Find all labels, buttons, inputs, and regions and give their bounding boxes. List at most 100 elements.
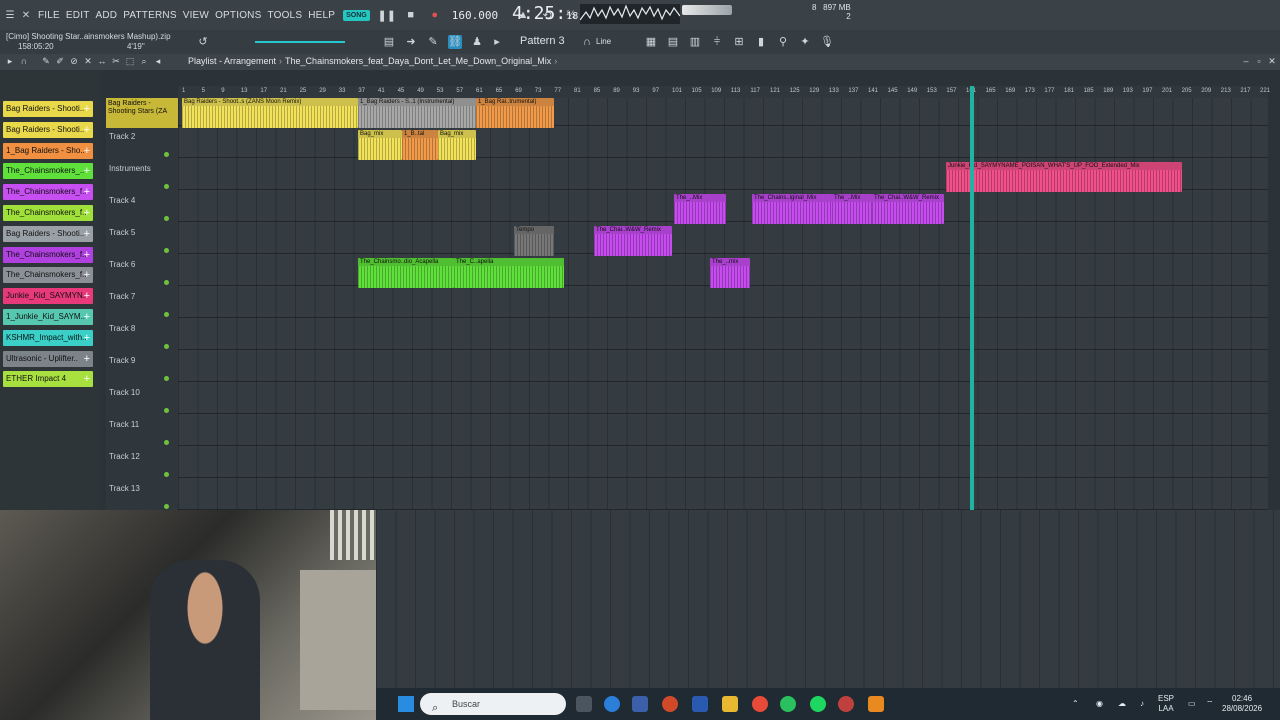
master-volume-display[interactable] bbox=[682, 5, 732, 15]
picker-item[interactable]: The_Chainsmokers_.. + bbox=[3, 163, 93, 180]
track-label[interactable]: Track 13 bbox=[109, 484, 140, 493]
song-mode-button[interactable]: SONG bbox=[343, 9, 370, 21]
track-label[interactable]: Track 7 bbox=[109, 292, 135, 301]
browser-icon[interactable]: ⊞ bbox=[732, 35, 746, 49]
audio-clip[interactable]: The_Chai..W&W_Remix bbox=[594, 226, 672, 256]
spotify-icon[interactable] bbox=[810, 696, 826, 712]
slip-tool-icon[interactable]: ↔ bbox=[96, 56, 108, 68]
track-label[interactable]: Track 2 bbox=[109, 132, 135, 141]
track-mute-indicator[interactable] bbox=[164, 440, 169, 445]
audio-clip[interactable]: Bag_mix bbox=[438, 130, 476, 160]
mute-tool-icon[interactable]: ✕ bbox=[82, 56, 94, 68]
audio-clip[interactable]: Tempo bbox=[514, 226, 554, 256]
powerpoint-icon[interactable] bbox=[662, 696, 678, 712]
picker-item[interactable]: The_Chainsmokers_f.. + bbox=[3, 184, 93, 201]
maximize-icon[interactable]: ▫ bbox=[1253, 56, 1265, 68]
menu-help[interactable]: HELP bbox=[308, 10, 335, 21]
audio-clip[interactable]: The_..Mix bbox=[832, 194, 872, 224]
fl-studio-icon[interactable] bbox=[868, 696, 884, 712]
plus-icon[interactable]: + bbox=[84, 371, 90, 387]
channel-rack-icon[interactable]: ▤ bbox=[666, 35, 680, 49]
track-mute-indicator[interactable] bbox=[164, 504, 169, 509]
task-view-icon[interactable] bbox=[576, 696, 592, 712]
menu-patterns[interactable]: PATTERNS bbox=[123, 10, 176, 21]
track-mute-indicator[interactable] bbox=[164, 152, 169, 157]
audio-clip[interactable]: The_C..apella bbox=[454, 258, 564, 288]
edge-icon[interactable] bbox=[604, 696, 620, 712]
menu-options[interactable]: OPTIONS bbox=[215, 10, 261, 21]
picker-item[interactable]: ETHER Impact 4 + bbox=[3, 371, 93, 388]
picker-item[interactable]: The_Chainsmokers_f.. + bbox=[3, 267, 93, 284]
folder-icon[interactable] bbox=[722, 696, 738, 712]
track-label[interactable]: Track 9 bbox=[109, 356, 135, 365]
plus-icon[interactable]: + bbox=[84, 267, 90, 283]
draw-tool-icon[interactable]: ✎ bbox=[40, 56, 52, 68]
store-icon[interactable] bbox=[632, 696, 648, 712]
plus-icon[interactable]: + bbox=[84, 226, 90, 242]
picker-item[interactable]: Bag Raiders - Shooti.. + bbox=[3, 101, 93, 117]
arrow-icon[interactable]: ▸ bbox=[4, 56, 16, 68]
track-label[interactable]: Instruments bbox=[109, 164, 151, 173]
chevron-up-icon[interactable]: ⌃ bbox=[1072, 699, 1079, 709]
plus-icon[interactable]: + bbox=[84, 163, 90, 179]
audio-clip[interactable]: 1_Bag Rai..trumental) bbox=[476, 98, 554, 128]
plus-icon[interactable]: + bbox=[84, 205, 90, 221]
magnet-snap-icon[interactable]: ∩ bbox=[18, 56, 30, 68]
track-mute-indicator[interactable] bbox=[164, 184, 169, 189]
track-label[interactable]: Track 6 bbox=[109, 260, 135, 269]
minimize-icon[interactable]: – bbox=[1240, 56, 1252, 68]
plus-icon[interactable]: + bbox=[84, 288, 90, 304]
plus-icon[interactable]: + bbox=[84, 184, 90, 200]
track-mute-indicator[interactable] bbox=[164, 216, 169, 221]
picker-item[interactable]: Bag Raiders - Shooti.. + bbox=[3, 225, 93, 242]
paint-tool-icon[interactable]: ✐ bbox=[54, 56, 66, 68]
plus-icon[interactable]: + bbox=[84, 143, 90, 159]
whatsapp-icon[interactable] bbox=[780, 696, 796, 712]
mixer-icon[interactable]: ⫩ bbox=[710, 35, 724, 49]
track-mute-indicator[interactable] bbox=[164, 376, 169, 381]
close-icon[interactable]: ✕ bbox=[20, 9, 32, 21]
track-mute-indicator[interactable] bbox=[164, 344, 169, 349]
track-label[interactable]: Track 4 bbox=[109, 196, 135, 205]
picker-item[interactable]: The_Chainsmokers_f.. + bbox=[3, 205, 93, 221]
picker-item[interactable]: Junkie_Kid_SAYMYN.. + bbox=[3, 288, 93, 305]
track-label[interactable]: Track 8 bbox=[109, 324, 135, 333]
wand-icon[interactable]: ✦ bbox=[798, 35, 812, 49]
display-icon[interactable]: ▭ bbox=[1188, 699, 1196, 709]
stamp-icon[interactable]: ♟ bbox=[470, 35, 484, 49]
pause-icon[interactable]: ❚❚ bbox=[378, 8, 396, 22]
audio-clip[interactable]: Junkie_Kid_SAYMYNAME_POISAN_WHAT'S_UP_FO… bbox=[946, 162, 1182, 192]
track-mute-indicator[interactable] bbox=[164, 280, 169, 285]
link-icon[interactable]: ⛓ bbox=[448, 35, 462, 49]
audio-clip[interactable]: The_Chainsmo..dio_Acapella bbox=[358, 258, 454, 288]
word-icon[interactable] bbox=[692, 696, 708, 712]
menu-file[interactable]: FILE bbox=[38, 10, 60, 21]
picker-item[interactable]: Bag Raiders - Shooti.. + bbox=[3, 121, 93, 138]
pencil-icon[interactable]: ✎ bbox=[426, 35, 440, 49]
plus-icon[interactable]: + bbox=[84, 351, 90, 367]
track-1-header[interactable]: Bag Raiders - Shooting Stars (ZA bbox=[106, 98, 178, 128]
track-mute-indicator[interactable] bbox=[164, 312, 169, 317]
menu-tools[interactable]: TOOLS bbox=[267, 10, 302, 21]
pin-icon[interactable]: ⚲ bbox=[776, 35, 790, 49]
delete-tool-icon[interactable]: ⊘ bbox=[68, 56, 80, 68]
clock-tray[interactable]: 02:46 28/08/2026 bbox=[1222, 694, 1262, 714]
plus-icon[interactable]: + bbox=[84, 330, 90, 346]
menu-edit[interactable]: EDIT bbox=[66, 10, 90, 21]
audio-clip[interactable]: 1_B..tal bbox=[402, 130, 438, 160]
pattern-selector[interactable]: Pattern 3 bbox=[520, 35, 565, 47]
audio-clip[interactable]: The_..mix bbox=[710, 258, 750, 288]
wifi-icon[interactable]: ⌔ bbox=[1206, 699, 1214, 709]
audio-clip[interactable]: The_Chains..iginal_Mix bbox=[752, 194, 832, 224]
slice-tool-icon[interactable]: ✂ bbox=[110, 56, 122, 68]
playlist-icon[interactable]: ▦ bbox=[644, 35, 658, 49]
track-label[interactable]: Track 12 bbox=[109, 452, 140, 461]
stop-icon[interactable]: ■ bbox=[404, 8, 418, 22]
select-tool-icon[interactable]: ⬚ bbox=[124, 56, 136, 68]
app-icon[interactable] bbox=[838, 696, 854, 712]
undo-icon[interactable]: ↺ bbox=[196, 35, 210, 49]
snap-selector[interactable]: Line bbox=[596, 37, 611, 46]
timeline-ruler[interactable]: 1 5 9 13 17 21 25 29 33 37 41 45 49 53 57 61 65 69 73 77 81 8… bbox=[178, 86, 1270, 98]
audio-clip[interactable]: The_..Mix bbox=[674, 194, 726, 224]
piano-roll-icon[interactable]: ▤ bbox=[382, 35, 396, 49]
